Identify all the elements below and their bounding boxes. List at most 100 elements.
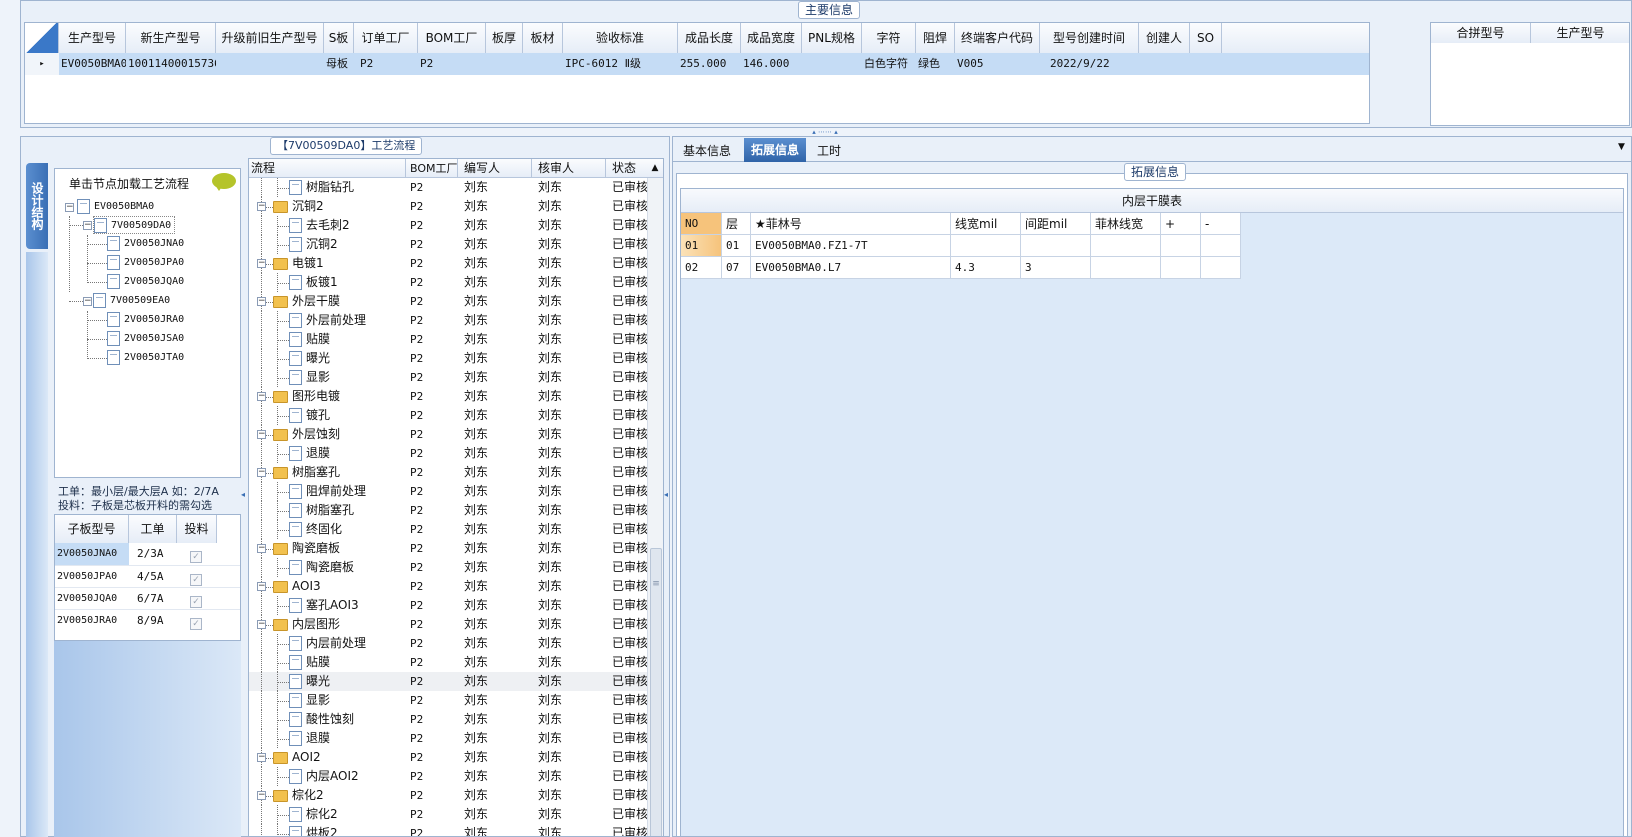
flow-step-name[interactable]: AOI2 bbox=[273, 748, 406, 767]
flow-step-name[interactable]: 树脂钻孔 bbox=[289, 178, 406, 197]
flow-cell-status[interactable]: 已审核 bbox=[612, 254, 647, 273]
flow-cell-writer[interactable]: 刘东 bbox=[464, 349, 532, 368]
add-column[interactable]: + bbox=[1161, 213, 1201, 235]
col-header[interactable]: 升级前旧生产型号 bbox=[216, 23, 324, 53]
flow-cell-reviewer[interactable]: 刘东 bbox=[538, 539, 606, 558]
cell[interactable]: 01 bbox=[722, 235, 751, 257]
flow-step-name[interactable]: 图形电镀 bbox=[273, 387, 406, 406]
flow-cell-writer[interactable]: 刘东 bbox=[464, 178, 532, 197]
flow-cell-bom[interactable]: P2 bbox=[410, 577, 458, 596]
flow-step-name[interactable]: 树脂塞孔 bbox=[273, 463, 406, 482]
flow-cell-reviewer[interactable]: 刘东 bbox=[538, 368, 606, 387]
flow-cell-reviewer[interactable]: 刘东 bbox=[538, 824, 606, 836]
flow-step-name[interactable]: 贴膜 bbox=[289, 653, 406, 672]
flow-cell-bom[interactable]: P2 bbox=[410, 558, 458, 577]
flow-cell-bom[interactable]: P2 bbox=[410, 254, 458, 273]
flow-cell-reviewer[interactable]: 刘东 bbox=[538, 653, 606, 672]
flow-row[interactable]: − AOI2 P2 刘东 刘东 已审核 bbox=[249, 748, 647, 767]
tab-basic-info[interactable]: 基本信息 bbox=[678, 140, 736, 162]
flow-cell-bom[interactable]: P2 bbox=[410, 596, 458, 615]
flow-row[interactable]: 树脂钻孔 P2 刘东 刘东 已审核 bbox=[249, 178, 647, 197]
flow-cell-reviewer[interactable]: 刘东 bbox=[538, 216, 606, 235]
flow-row[interactable]: 镀孔 P2 刘东 刘东 已审核 bbox=[249, 406, 647, 425]
cell[interactable] bbox=[216, 53, 324, 75]
tree-node-leaf[interactable]: 2V0050JRA0 bbox=[107, 311, 184, 329]
tree-collapse-toggle[interactable]: − bbox=[257, 392, 266, 401]
col-header[interactable]: 核审人 bbox=[532, 159, 606, 178]
flow-step-name[interactable]: 外层前处理 bbox=[289, 311, 406, 330]
tree-collapse-toggle[interactable]: − bbox=[257, 582, 266, 591]
tree-collapse-toggle[interactable]: − bbox=[257, 297, 266, 306]
col-header[interactable]: 生产型号 bbox=[59, 23, 126, 53]
flow-cell-reviewer[interactable]: 刘东 bbox=[538, 672, 606, 691]
flow-cell-writer[interactable]: 刘东 bbox=[464, 406, 532, 425]
flow-cell-reviewer[interactable]: 刘东 bbox=[538, 691, 606, 710]
flow-row[interactable]: 板镀1 P2 刘东 刘东 已审核 bbox=[249, 273, 647, 292]
main-info-row[interactable]: ▸ EV0050BMA0 10011400015736 母板 P2 P2 IPC… bbox=[25, 53, 1369, 75]
tab-extended-info[interactable]: 拓展信息 bbox=[744, 138, 807, 162]
col-header[interactable]: BOM工厂 bbox=[418, 23, 486, 53]
flow-cell-reviewer[interactable]: 刘东 bbox=[538, 235, 606, 254]
cell[interactable] bbox=[802, 53, 862, 75]
cell[interactable]: P2 bbox=[418, 53, 486, 75]
feed-checkbox[interactable]: ✓ bbox=[190, 548, 202, 563]
flow-cell-status[interactable]: 已审核 bbox=[612, 748, 647, 767]
flow-step-name[interactable]: 塞孔AOI3 bbox=[289, 596, 406, 615]
flow-cell-status[interactable]: 已审核 bbox=[612, 463, 647, 482]
col-header[interactable]: 新生产型号 bbox=[126, 23, 216, 53]
flow-cell-writer[interactable]: 刘东 bbox=[464, 425, 532, 444]
col-header[interactable]: 菲林线宽 bbox=[1091, 213, 1161, 235]
col-header[interactable]: S板 bbox=[324, 23, 354, 53]
flow-cell-bom[interactable]: P2 bbox=[410, 729, 458, 748]
cell[interactable] bbox=[1091, 235, 1161, 257]
flow-cell-bom[interactable]: P2 bbox=[410, 634, 458, 653]
flow-cell-reviewer[interactable]: 刘东 bbox=[538, 197, 606, 216]
cell[interactable] bbox=[1161, 257, 1201, 279]
flow-row[interactable]: 内层AOI2 P2 刘东 刘东 已审核 bbox=[249, 767, 647, 786]
flow-row[interactable]: − 电镀1 P2 刘东 刘东 已审核 bbox=[249, 254, 647, 273]
flow-cell-writer[interactable]: 刘东 bbox=[464, 615, 532, 634]
tree-collapse-toggle[interactable]: − bbox=[257, 468, 266, 477]
flow-row[interactable]: 去毛刺2 P2 刘东 刘东 已审核 bbox=[249, 216, 647, 235]
flow-cell-bom[interactable]: P2 bbox=[410, 292, 458, 311]
flow-row[interactable]: 酸性蚀刻 P2 刘东 刘东 已审核 bbox=[249, 710, 647, 729]
table-row[interactable]: 2V0050JPA0 4/5A ✓ bbox=[55, 565, 240, 588]
cell[interactable]: 绿色 bbox=[916, 53, 955, 75]
flow-cell-status[interactable]: 已审核 bbox=[612, 653, 647, 672]
flow-row[interactable]: 沉铜2 P2 刘东 刘东 已审核 bbox=[249, 235, 647, 254]
flow-step-name[interactable]: 酸性蚀刻 bbox=[289, 710, 406, 729]
flow-row[interactable]: 显影 P2 刘东 刘东 已审核 bbox=[249, 368, 647, 387]
cell[interactable] bbox=[486, 53, 523, 75]
flow-row[interactable]: − 陶瓷磨板 P2 刘东 刘东 已审核 bbox=[249, 539, 647, 558]
flow-cell-status[interactable]: 已审核 bbox=[612, 482, 647, 501]
flow-step-name[interactable]: 退膜 bbox=[289, 444, 406, 463]
flow-cell-bom[interactable]: P2 bbox=[410, 425, 458, 444]
flow-cell-status[interactable]: 已审核 bbox=[612, 634, 647, 653]
flow-cell-reviewer[interactable]: 刘东 bbox=[538, 786, 606, 805]
flow-cell-status[interactable]: 已审核 bbox=[612, 235, 647, 254]
col-header[interactable]: 间距mil bbox=[1021, 213, 1091, 235]
cell[interactable]: 2/3A bbox=[135, 543, 175, 565]
flow-cell-writer[interactable]: 刘东 bbox=[464, 273, 532, 292]
flow-cell-writer[interactable]: 刘东 bbox=[464, 653, 532, 672]
flow-cell-bom[interactable]: P2 bbox=[410, 824, 458, 836]
tree-node-group[interactable]: 7V00509EA0 bbox=[93, 292, 170, 310]
flow-cell-writer[interactable]: 刘东 bbox=[464, 729, 532, 748]
flow-cell-status[interactable]: 已审核 bbox=[612, 824, 647, 836]
flow-row[interactable]: 外层前处理 P2 刘东 刘东 已审核 bbox=[249, 311, 647, 330]
col-header[interactable]: ★菲林号 bbox=[751, 213, 951, 235]
col-header[interactable]: 字符 bbox=[862, 23, 916, 53]
flow-cell-status[interactable]: 已审核 bbox=[612, 767, 647, 786]
col-header[interactable]: 工单 bbox=[129, 515, 177, 543]
flow-step-name[interactable]: 退膜 bbox=[289, 729, 406, 748]
col-header[interactable]: 编写人 bbox=[458, 159, 532, 178]
cell[interactable]: 2V0050JPA0 bbox=[55, 566, 129, 588]
flow-row[interactable]: 陶瓷磨板 P2 刘东 刘东 已审核 bbox=[249, 558, 647, 577]
flow-cell-status[interactable]: 已审核 bbox=[612, 273, 647, 292]
flow-cell-writer[interactable]: 刘东 bbox=[464, 216, 532, 235]
tree-collapse-toggle[interactable]: − bbox=[257, 430, 266, 439]
flow-cell-bom[interactable]: P2 bbox=[410, 748, 458, 767]
flow-cell-bom[interactable]: P2 bbox=[410, 463, 458, 482]
cell[interactable]: 01 bbox=[681, 235, 722, 257]
cell[interactable]: 255.000 bbox=[678, 53, 741, 75]
